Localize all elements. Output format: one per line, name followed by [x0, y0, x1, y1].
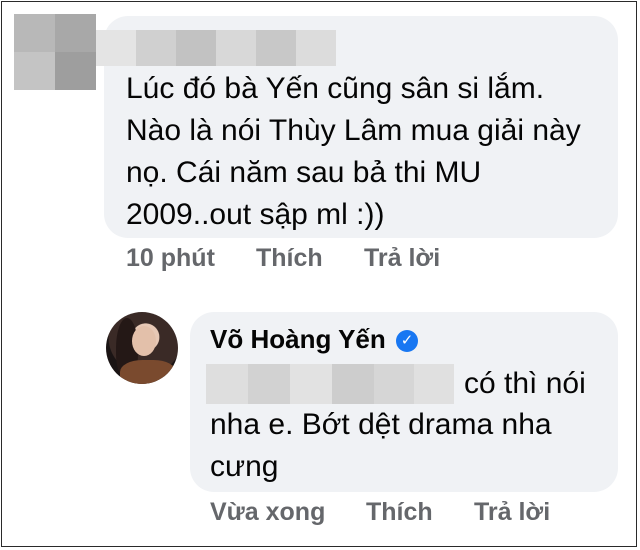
reply-author-avatar[interactable] [106, 312, 178, 384]
reply-timestamp[interactable]: Vừa xong [210, 498, 325, 527]
avatar-shoulder [120, 360, 176, 384]
comment-timestamp[interactable]: 10 phút [126, 244, 215, 273]
reply-text-first-line: có thì nói [464, 367, 586, 400]
comment-text: Lúc đó bà Yến cũng sân si lắm. Nào là nó… [126, 72, 581, 231]
avatar-face [132, 326, 156, 356]
blurred-commenter-name [96, 30, 336, 66]
comment-like-button[interactable]: Thích [256, 244, 323, 273]
reply-text: nha e. Bớt dệt drama nha cưng [210, 408, 552, 483]
blurred-avatar [14, 14, 96, 90]
verified-badge-icon: ✓ [396, 330, 418, 352]
blurred-mention [206, 364, 454, 404]
reply-like-button[interactable]: Thích [366, 498, 433, 527]
comment-reply-button[interactable]: Trả lời [364, 244, 440, 273]
reply-reply-button[interactable]: Trả lời [474, 498, 550, 527]
reply-author-name[interactable]: Võ Hoàng Yến [210, 324, 386, 355]
